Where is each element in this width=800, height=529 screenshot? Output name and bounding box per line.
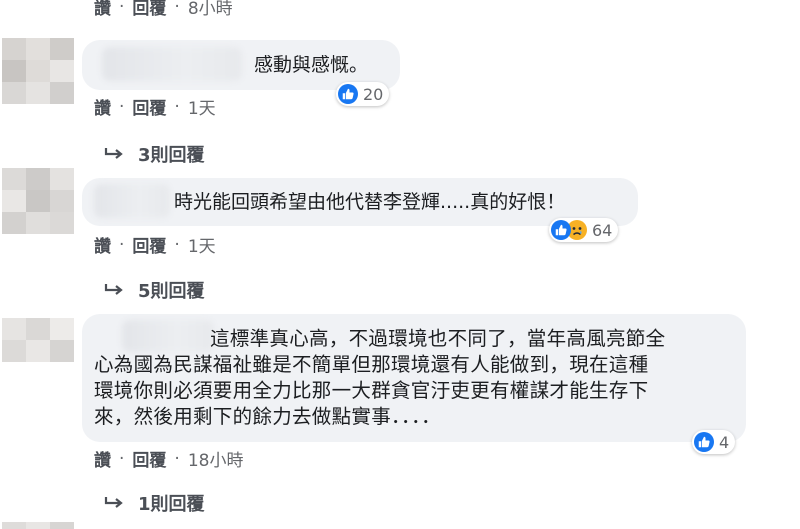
- reaction-count: 64: [592, 220, 613, 240]
- comment-actions: 讚 · 回覆 · 18小時: [94, 446, 244, 472]
- separator-dot: ·: [119, 448, 125, 469]
- comment-timestamp[interactable]: 8小時: [188, 0, 233, 19]
- reply-arrow-icon: [104, 284, 123, 295]
- reply-link[interactable]: 回覆: [132, 446, 166, 471]
- view-replies-link[interactable]: 1則回覆: [104, 490, 205, 516]
- reply-arrow-icon: [104, 497, 123, 508]
- comment-actions-top: 讚 · 回覆 · 8小時: [94, 0, 233, 19]
- replies-count-label: 5則回覆: [138, 281, 205, 302]
- comment-bubble: 這標準真心高，不過環境也不同了，當年高風亮節全 心為國為民謀福祉雖是不簡單但那環…: [82, 314, 746, 442]
- comment-text-line: 心為國為民謀福祉雖是不簡單但那環境還有人能做到，現在這種: [94, 353, 649, 376]
- separator-dot: ·: [174, 0, 180, 17]
- comment-actions: 讚 · 回覆 · 1天: [94, 94, 216, 120]
- replies-count-label: 3則回覆: [138, 145, 205, 166]
- reply-arrow-icon: [104, 148, 123, 159]
- comment-text-line: 環境你則必須要用全力比那一大群貪官汙吏更有權謀才能生存下: [94, 379, 649, 402]
- comment-text-line: 來，然後用剩下的餘力去做點實事．．．．: [94, 405, 441, 428]
- comment-timestamp[interactable]: 1天: [188, 94, 216, 119]
- like-reaction-icon: [551, 220, 571, 240]
- comment-text: 時光能回頭希望由他代替李登輝.....真的好恨！: [174, 191, 566, 213]
- like-link[interactable]: 讚: [94, 232, 111, 257]
- commenter-name[interactable]: [94, 184, 170, 218]
- separator-dot: ·: [119, 234, 125, 255]
- separator-dot: ·: [119, 0, 125, 17]
- like-reaction-icon: [694, 432, 714, 452]
- comment-timestamp[interactable]: 18小時: [188, 446, 244, 471]
- reaction-count: 20: [363, 84, 384, 104]
- like-link[interactable]: 讚: [94, 94, 111, 119]
- reaction-summary[interactable]: 64: [549, 218, 619, 242]
- separator-dot: ·: [174, 234, 180, 255]
- avatar[interactable]: [2, 522, 74, 529]
- avatar[interactable]: [2, 168, 74, 234]
- reply-link[interactable]: 回覆: [132, 232, 166, 257]
- view-replies-link[interactable]: 3則回覆: [104, 141, 205, 167]
- reaction-summary[interactable]: 20: [336, 82, 390, 106]
- comment-actions: 讚 · 回覆 · 1天: [94, 232, 216, 258]
- reaction-count: 4: [719, 432, 730, 452]
- separator-dot: ·: [174, 448, 180, 469]
- like-link[interactable]: 讚: [94, 446, 111, 471]
- reaction-summary[interactable]: 4: [692, 430, 736, 454]
- reply-link[interactable]: 回覆: [132, 0, 166, 19]
- replies-count-label: 1則回覆: [138, 494, 205, 515]
- comment-text: 感動與感慨。: [254, 54, 369, 76]
- comment-text-line: 這標準真心高，不過環境也不同了，當年高風亮節全: [210, 327, 666, 350]
- view-replies-link[interactable]: 5則回覆: [104, 277, 205, 303]
- separator-dot: ·: [174, 96, 180, 117]
- like-link[interactable]: 讚: [94, 0, 111, 19]
- like-reaction-icon: [338, 84, 358, 104]
- comment-text: 這標準真心高，不過環境也不同了，當年高風亮節全 心為國為民謀福祉雖是不簡單但那環…: [82, 314, 746, 442]
- separator-dot: ·: [119, 96, 125, 117]
- commenter-name[interactable]: [102, 47, 242, 81]
- avatar[interactable]: [2, 318, 74, 384]
- reply-link[interactable]: 回覆: [132, 94, 166, 119]
- comment-timestamp[interactable]: 1天: [188, 232, 216, 257]
- avatar[interactable]: [2, 38, 74, 104]
